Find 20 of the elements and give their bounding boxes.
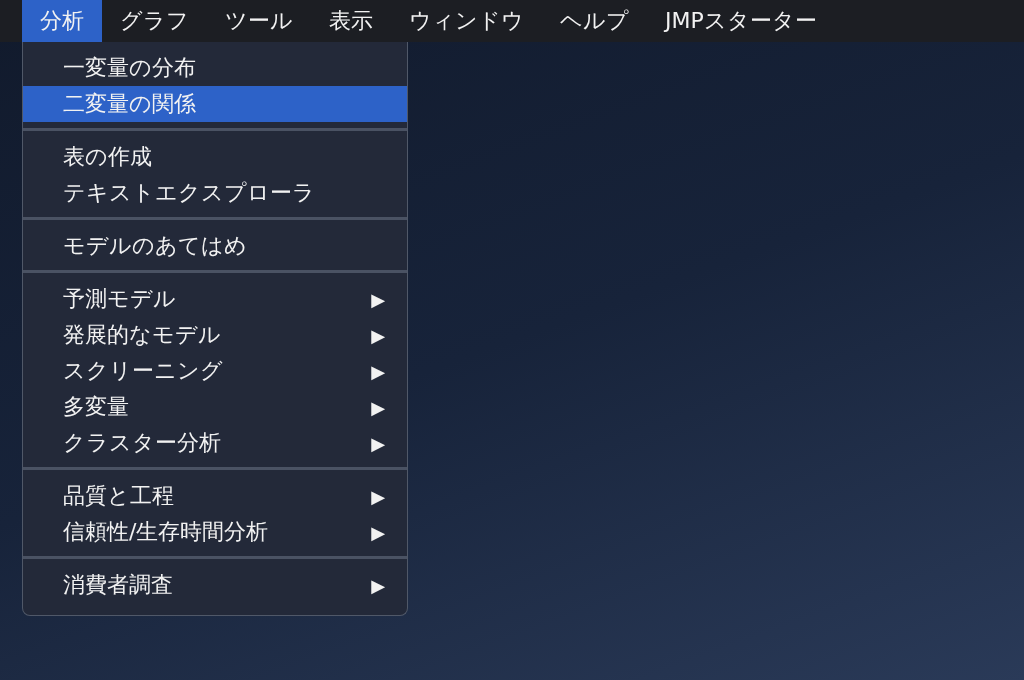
menu-item[interactable]: モデルのあてはめ [23,228,407,264]
menu-bar-item[interactable]: 表示 [311,0,391,42]
menu-item[interactable]: スクリーニング ▶ [23,353,407,389]
menu-item[interactable]: 表の作成 [23,139,407,175]
menu-bar-item[interactable]: JMPスターター [647,0,835,42]
menu-item[interactable]: 二変量の関係 [23,86,407,122]
menu-item[interactable]: 予測モデル ▶ [23,281,407,317]
menu-item[interactable]: テキストエクスプローラ [23,175,407,211]
menu-item[interactable]: 多変量 ▶ [23,389,407,425]
menu-item[interactable]: 消費者調査 ▶ [23,567,407,603]
menu-bar-item[interactable]: 分析 [22,0,102,42]
menu-bar-item[interactable]: ツール [207,0,311,42]
menu-item[interactable]: クラスター分析 ▶ [23,425,407,461]
menu-item[interactable]: 信頼性/生存時間分析 ▶ [23,514,407,550]
menu-item[interactable]: 発展的なモデル ▶ [23,317,407,353]
menu-bar-item[interactable]: ヘルプ [542,0,647,42]
menu-item[interactable]: 一変量の分布 [23,50,407,86]
menu-bar-item[interactable]: グラフ [102,0,207,42]
menu-bar-item[interactable]: ウィンドウ [391,0,542,42]
menu-item[interactable]: 品質と工程 ▶ [23,478,407,514]
